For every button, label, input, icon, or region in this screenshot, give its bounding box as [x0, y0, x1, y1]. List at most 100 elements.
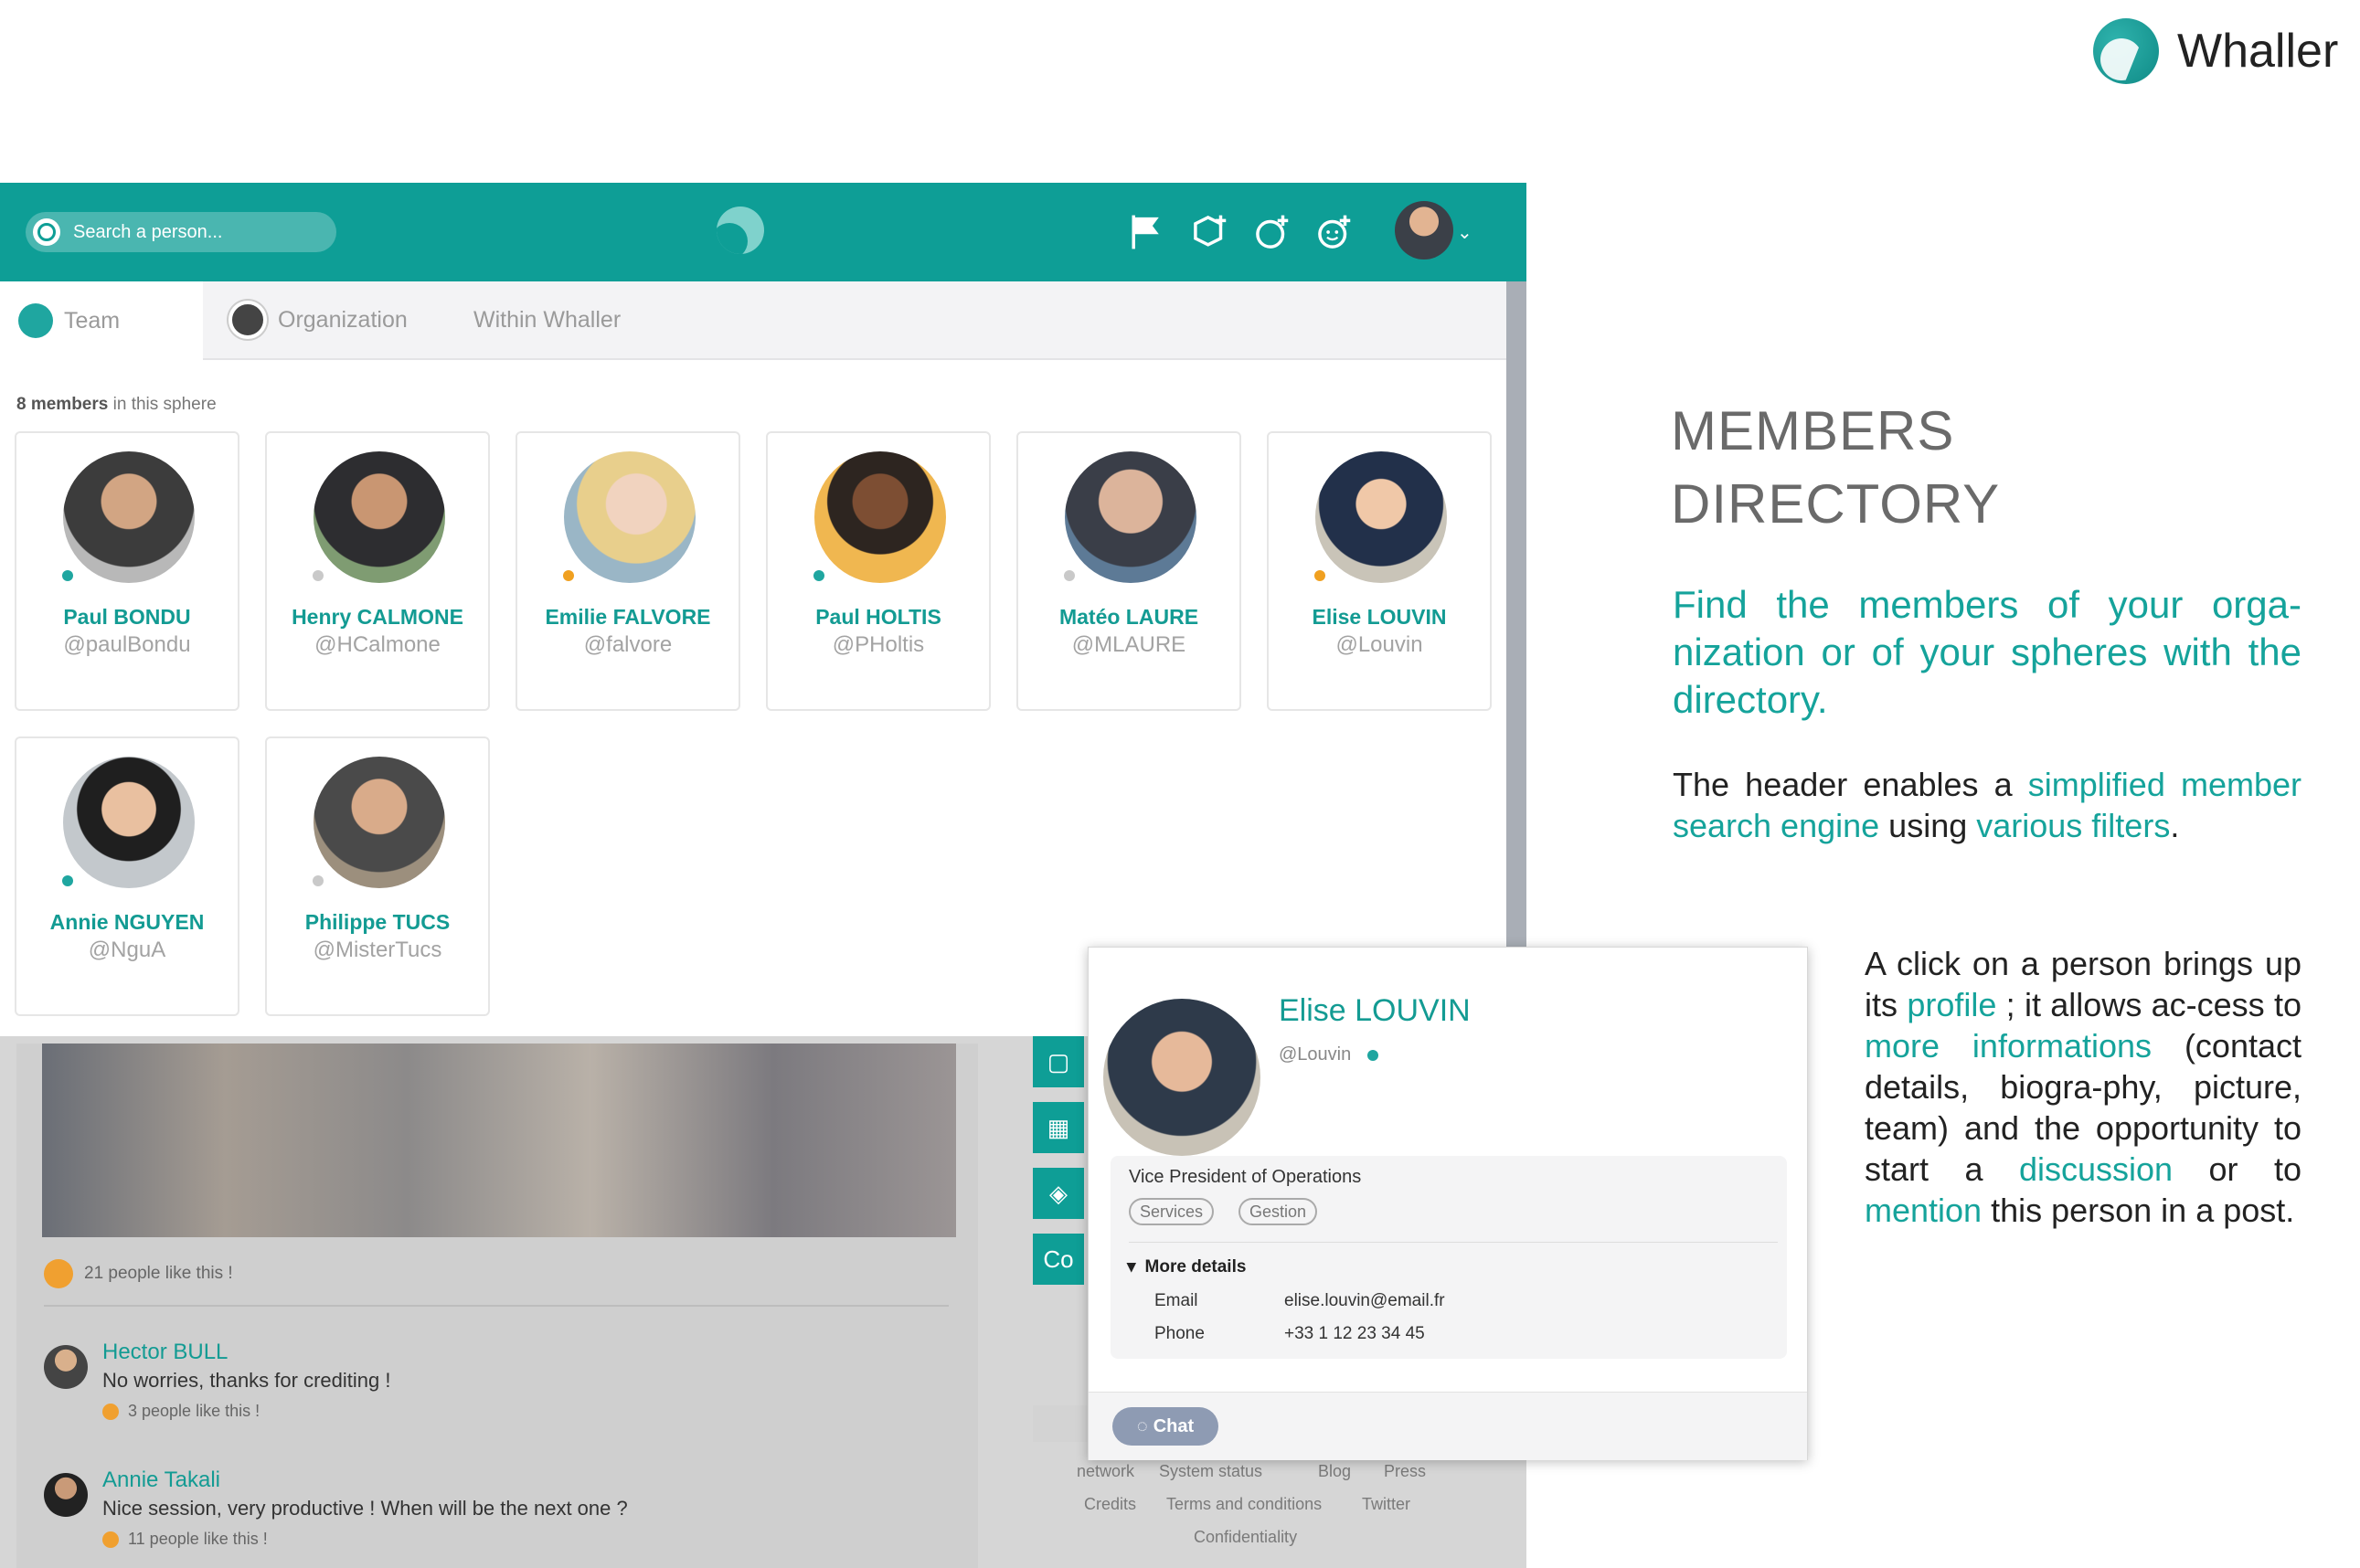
user-avatar[interactable] — [1395, 201, 1453, 260]
member-handle: @MisterTucs — [313, 938, 442, 962]
like-smiley-icon — [44, 1259, 73, 1288]
footer-link-press[interactable]: Press — [1384, 1462, 1426, 1481]
tab-within-whaller[interactable]: Within Whaller — [473, 281, 621, 358]
member-handle: @Louvin — [1335, 632, 1423, 657]
member-name: Philippe TUCS — [304, 910, 451, 934]
chat-bubble-icon: ◌ — [1136, 1415, 1148, 1436]
profile-footer: ◌ Chat — [1089, 1392, 1807, 1460]
post-image — [42, 1044, 956, 1237]
member-card[interactable]: Paul HOLTIS @PHoltis — [766, 431, 991, 711]
member-handle: @falvore — [583, 632, 673, 657]
add-user-icon[interactable] — [1311, 208, 1358, 256]
brand-name: Whaller — [2177, 25, 2339, 78]
member-photo — [63, 451, 195, 583]
more-details-label: More details — [1144, 1256, 1247, 1277]
member-card[interactable]: Emilie FALVORE @falvore — [516, 431, 740, 711]
top-bar: ⌄ — [0, 183, 1526, 281]
add-conversation-icon[interactable] — [1249, 208, 1296, 256]
whaller-logo-icon — [2093, 18, 2159, 84]
tab-organization[interactable]: Organization — [229, 281, 408, 358]
member-photo — [314, 757, 445, 888]
comment-likes[interactable]: 11 people like this ! — [102, 1530, 268, 1549]
member-count-number: 8 members — [16, 395, 109, 414]
search-bar[interactable] — [26, 212, 336, 252]
footer-link-terms[interactable]: Terms and conditions — [1166, 1495, 1322, 1514]
directory-scrollbar[interactable] — [1506, 281, 1526, 1049]
email-value[interactable]: elise.louvin@email.fr — [1284, 1291, 1445, 1311]
presence-status-icon — [313, 570, 324, 581]
sidebar-button-calendar-icon[interactable]: ▦ — [1033, 1102, 1084, 1153]
chevron-down-icon[interactable]: ⌄ — [1457, 221, 1472, 244]
description-header: The header enables a simplified member s… — [1673, 764, 2302, 846]
member-card[interactable]: Elise LOUVIN @Louvin — [1267, 431, 1492, 711]
post-likes-text: 21 people like this ! — [84, 1264, 233, 1283]
profile-popup: Elise LOUVIN @Louvin Vice President of O… — [1088, 947, 1808, 1460]
team-sphere-icon — [18, 303, 53, 338]
member-card[interactable]: Matéo LAURE @MLAURE — [1016, 431, 1241, 711]
member-photo — [564, 451, 696, 583]
comment-likes[interactable]: 3 people like this ! — [102, 1402, 260, 1421]
footer-link-confidentiality[interactable]: Confidentiality — [1194, 1528, 1297, 1547]
member-handle: @NguA — [88, 938, 166, 962]
presence-status-icon — [563, 570, 574, 581]
sidebar-button-box-icon[interactable]: ◈ — [1033, 1168, 1084, 1219]
member-card[interactable]: Philippe TUCS @MisterTucs — [265, 736, 490, 1016]
footer-link-credits[interactable]: Credits — [1084, 1495, 1136, 1514]
like-smiley-icon — [102, 1531, 119, 1548]
footer-link-blog[interactable]: Blog — [1318, 1462, 1351, 1481]
feed-gutter — [960, 1044, 978, 1568]
footer-link-twitter[interactable]: Twitter — [1362, 1495, 1410, 1514]
add-sphere-icon[interactable] — [1186, 208, 1234, 256]
chat-button[interactable]: ◌ Chat — [1112, 1407, 1218, 1446]
comment-avatar[interactable] — [44, 1473, 88, 1517]
profile-details: Vice President of Operations Services Ge… — [1111, 1156, 1787, 1359]
brand-logo: Whaller — [2093, 18, 2338, 84]
divider — [1129, 1242, 1778, 1243]
presence-status-icon — [313, 875, 324, 886]
tab-team[interactable]: Team — [0, 281, 203, 360]
member-count-suffix: in this sphere — [108, 395, 217, 414]
presence-status-icon — [1314, 570, 1325, 581]
comment-author[interactable]: Annie Takali — [102, 1467, 220, 1493]
text-span: . — [2170, 807, 2180, 844]
member-card[interactable]: Henry CALMONE @HCalmone — [265, 431, 490, 711]
member-name: Annie NGUYEN — [49, 910, 205, 934]
comment-likes-text: 11 people like this ! — [128, 1530, 268, 1548]
whaller-home-icon[interactable] — [717, 207, 764, 254]
member-card[interactable]: Paul BONDU @paulBondu — [15, 431, 239, 711]
footer-link-system-status[interactable]: System status — [1159, 1462, 1262, 1481]
phone-label: Phone — [1154, 1324, 1205, 1343]
profile-tag[interactable]: Gestion — [1238, 1198, 1318, 1225]
flag-icon[interactable] — [1122, 208, 1170, 256]
post-likes[interactable]: 21 people like this ! — [44, 1259, 233, 1288]
footer-link-network[interactable]: network — [1077, 1462, 1134, 1481]
sidebar-button-board-icon[interactable]: ▢ — [1033, 1036, 1084, 1087]
comment-author[interactable]: Hector BULL — [102, 1340, 228, 1365]
profile-handle: @Louvin — [1279, 1044, 1379, 1065]
profile-role: Vice President of Operations — [1129, 1167, 1362, 1187]
presence-status-icon — [62, 570, 73, 581]
comment-avatar[interactable] — [44, 1345, 88, 1389]
member-photo — [814, 451, 946, 583]
highlight-span: profile — [1907, 986, 1997, 1023]
feed-post: 21 people like this ! Hector BULL No wor… — [16, 1044, 960, 1568]
member-card[interactable]: Annie NGUYEN @NguA — [15, 736, 239, 1016]
presence-status-icon — [813, 570, 824, 581]
tab-team-label: Team — [64, 307, 121, 334]
highlight-span: mention — [1865, 1192, 1983, 1229]
search-icon — [33, 218, 60, 246]
profile-tag[interactable]: Services — [1129, 1198, 1215, 1225]
member-name: Elise LOUVIN — [1312, 605, 1447, 629]
text-span: or to — [2173, 1150, 2302, 1188]
sidebar-button-co[interactable]: Co — [1033, 1234, 1084, 1285]
title-line-2: DIRECTORY — [1671, 473, 2001, 535]
phone-value[interactable]: +33 1 12 23 34 45 — [1284, 1324, 1425, 1344]
member-photo — [314, 451, 445, 583]
tab-organization-label: Organization — [278, 306, 408, 333]
member-photo — [1315, 451, 1447, 583]
search-input[interactable] — [71, 220, 313, 244]
more-details-toggle[interactable]: ▾ More details — [1127, 1256, 1246, 1277]
title-line-1: MEMBERS — [1671, 400, 1955, 461]
member-name: Henry CALMONE — [292, 605, 463, 629]
divider — [44, 1305, 949, 1307]
